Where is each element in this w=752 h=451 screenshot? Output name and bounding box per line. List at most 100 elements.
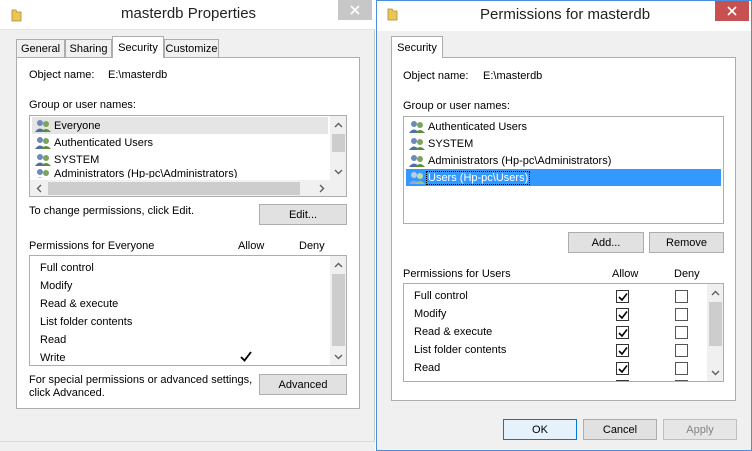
- scroll-up-arrow[interactable]: [707, 284, 723, 301]
- user-name: SYSTEM: [54, 153, 100, 166]
- apply-button-label: Apply: [686, 423, 714, 436]
- list-item[interactable]: Everyone: [32, 117, 328, 134]
- permission-row: Read: [414, 359, 440, 377]
- deny-checkbox-modify[interactable]: [675, 308, 688, 321]
- close-icon: [350, 5, 360, 15]
- scroll-down-arrow[interactable]: [707, 364, 723, 381]
- scroll-thumb[interactable]: [332, 134, 345, 152]
- permission-name: Modify: [40, 280, 73, 292]
- tab-customize-label: Customize: [165, 43, 218, 55]
- user-list-vscrollbar[interactable]: [330, 116, 346, 180]
- permission-row: Read & execute: [40, 295, 118, 313]
- scroll-left-arrow[interactable]: [30, 180, 47, 196]
- users-icon: [35, 153, 51, 166]
- permissions-title-bar[interactable]: Permissions for masterdb: [377, 1, 751, 31]
- permission-name: Full control: [414, 290, 468, 302]
- scroll-right-arrow[interactable]: [313, 180, 330, 196]
- users-icon: [35, 136, 51, 149]
- ok-button-label: OK: [532, 423, 548, 436]
- advanced-button[interactable]: Advanced: [259, 374, 347, 395]
- permissions-header: Permissions for Users: [403, 268, 511, 280]
- scroll-down-arrow[interactable]: [330, 163, 346, 180]
- list-item[interactable]: Administrators (Hp-pc\Administrators): [32, 168, 328, 178]
- list-item[interactable]: Authenticated Users: [32, 134, 328, 151]
- checkmark-icon: [240, 351, 252, 362]
- list-item-selected[interactable]: Users (Hp-pc\Users): [406, 169, 721, 186]
- deny-checkbox-read[interactable]: [675, 362, 688, 375]
- ok-button[interactable]: OK: [503, 419, 577, 440]
- properties-close-button[interactable]: [338, 0, 372, 20]
- allow-checkbox-partial[interactable]: [616, 380, 629, 381]
- tab-customize[interactable]: Customize: [164, 39, 219, 58]
- scroll-up-icon: [334, 122, 343, 127]
- deny-checkbox-list-folder[interactable]: [675, 344, 688, 357]
- scroll-down-arrow[interactable]: [330, 348, 346, 365]
- checkmark-icon: [617, 292, 628, 301]
- list-item[interactable]: Authenticated Users: [406, 118, 721, 135]
- permission-name: Read: [40, 334, 67, 346]
- list-item[interactable]: SYSTEM: [32, 151, 328, 168]
- scroll-thumb[interactable]: [709, 302, 722, 346]
- permission-row: Full control: [414, 287, 468, 305]
- permission-name: Write: [40, 352, 66, 364]
- allow-checkbox-read-execute[interactable]: [616, 326, 629, 339]
- user-list[interactable]: Authenticated Users SYSTEM Administrator…: [403, 116, 724, 224]
- user-name: SYSTEM: [428, 137, 474, 150]
- user-name: Authenticated Users: [54, 136, 154, 149]
- permission-name: Modify: [414, 308, 447, 320]
- deny-checkbox-partial[interactable]: [675, 380, 688, 381]
- scroll-up-arrow[interactable]: [330, 116, 346, 133]
- permission-row: Read: [40, 331, 66, 349]
- scroll-thumb[interactable]: [48, 182, 300, 195]
- permission-row: Read & execute: [414, 323, 492, 341]
- permission-name: Read & execute: [40, 298, 119, 310]
- cancel-button[interactable]: Cancel: [583, 419, 657, 440]
- user-list[interactable]: Everyone Authenticated Users SYSTEM Admi…: [29, 115, 347, 197]
- deny-checkbox-full-control[interactable]: [675, 290, 688, 303]
- tab-security[interactable]: Security: [112, 36, 164, 58]
- scroll-up-icon: [711, 290, 720, 295]
- tab-sharing[interactable]: Sharing: [65, 39, 112, 58]
- advanced-button-label: Advanced: [278, 378, 328, 391]
- change-permissions-text: To change permissions, click Edit.: [29, 205, 195, 217]
- list-item[interactable]: Administrators (Hp-pc\Administrators): [406, 152, 721, 169]
- properties-footer-edge: [0, 441, 375, 451]
- apply-button[interactable]: Apply: [663, 419, 737, 440]
- allow-checkbox-modify[interactable]: [616, 308, 629, 321]
- checkmark-icon: [617, 346, 628, 355]
- scroll-thumb[interactable]: [332, 274, 345, 346]
- list-item[interactable]: SYSTEM: [406, 135, 721, 152]
- tab-security[interactable]: Security: [391, 36, 443, 58]
- tab-security-label: Security: [118, 41, 158, 54]
- properties-title-bar[interactable]: masterdb Properties: [0, 0, 375, 30]
- checkmark-icon: [617, 364, 628, 373]
- tab-security-label: Security: [397, 41, 437, 54]
- tab-general[interactable]: General: [16, 39, 65, 58]
- user-list-hscrollbar[interactable]: [30, 180, 346, 196]
- remove-button[interactable]: Remove: [649, 232, 724, 253]
- deny-checkbox-read-execute[interactable]: [675, 326, 688, 339]
- user-name: Administrators (Hp-pc\Administrators): [428, 154, 612, 167]
- scroll-down-icon: [711, 370, 720, 375]
- permission-name: List folder contents: [414, 344, 507, 356]
- permissions-list: Full control Modify Read & execute List …: [403, 283, 724, 382]
- permissions-window-title: Permissions for masterdb: [480, 6, 651, 23]
- permissions-vscrollbar[interactable]: [330, 256, 346, 365]
- allow-checkbox-full-control[interactable]: [616, 290, 629, 303]
- object-name-label: Object name:: [29, 69, 95, 81]
- permissions-close-button[interactable]: [715, 1, 749, 21]
- special-permissions-text-2: click Advanced.: [29, 387, 105, 399]
- edit-button[interactable]: Edit...: [259, 204, 347, 225]
- allow-checkbox-list-folder[interactable]: [616, 344, 629, 357]
- allow-checkbox-read[interactable]: [616, 362, 629, 375]
- edit-button-label: Edit...: [288, 208, 318, 221]
- permissions-list: Full control Modify Read & execute List …: [29, 255, 347, 366]
- users-icon: [409, 137, 425, 150]
- scroll-right-icon: [319, 184, 324, 193]
- add-button[interactable]: Add...: [568, 232, 644, 253]
- remove-button-label: Remove: [666, 236, 707, 249]
- add-button-label: Add...: [591, 236, 621, 249]
- permissions-vscrollbar[interactable]: [707, 284, 723, 381]
- tab-sharing-label: Sharing: [69, 43, 108, 55]
- scroll-up-arrow[interactable]: [330, 256, 346, 273]
